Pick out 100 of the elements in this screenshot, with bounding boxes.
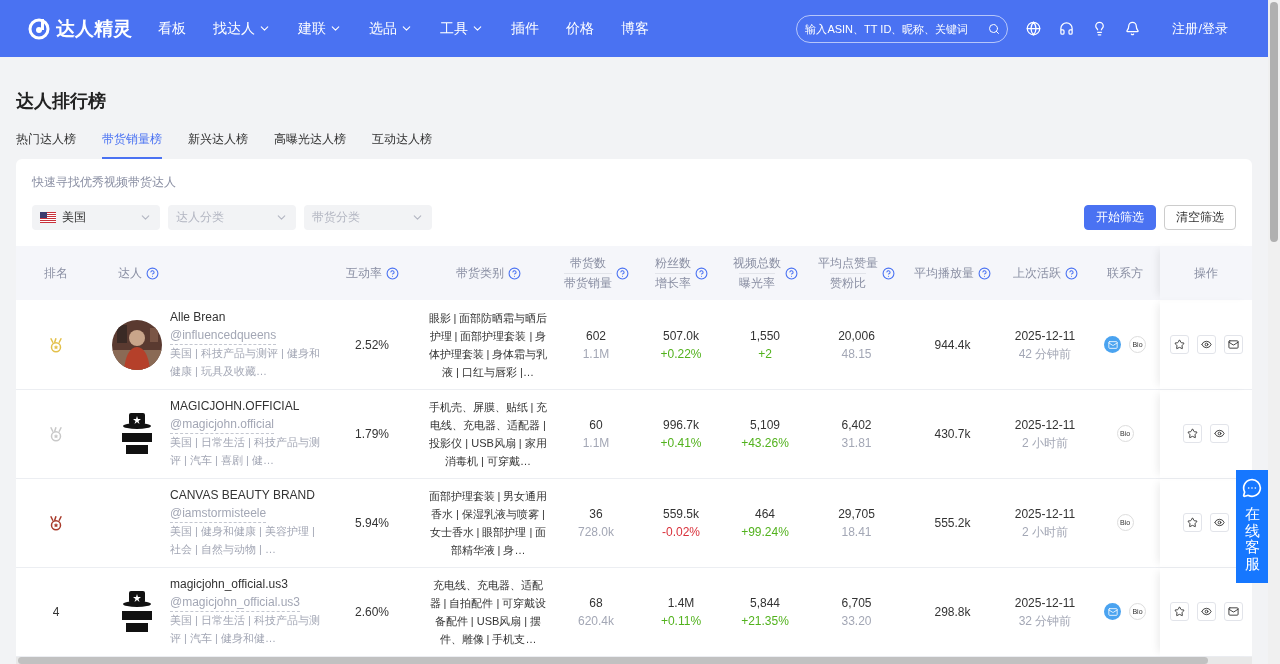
table-cell-text: 944.4k [934,336,971,354]
table-cell-text: 5.94% [355,514,389,532]
table-cell-text: 20,006 [838,327,875,345]
star-icon [1173,339,1185,351]
table-cell-text: 555.2k [934,514,971,532]
table-cell-text: 620.4k [578,612,614,630]
top-hat-logo-icon [119,588,155,635]
mail-icon [1227,606,1239,618]
exposure-rate: +21.35% [741,612,789,630]
table-cell-text: 60 [589,416,603,434]
handle-link[interactable]: @iamstormisteele [170,504,267,524]
table-cell-text: 48.15 [841,345,872,363]
nav-item[interactable]: 博客 [621,19,649,38]
exposure-rate: +99.24% [741,523,789,541]
mail-button[interactable] [1223,335,1243,355]
table-cell-text: 18.41 [841,523,872,541]
nav-item[interactable]: 价格 [566,19,594,38]
talent-name: Alle Brean [170,309,227,327]
hint-text: 快速寻找优秀视频带货达人 [31,174,177,191]
view-button[interactable] [1210,513,1229,533]
view-button[interactable] [1210,424,1229,444]
column-header: 达人 [118,264,142,282]
nav-item[interactable]: 找达人 [213,19,271,38]
email-icon[interactable] [1104,603,1121,621]
nav-item[interactable]: 插件 [511,19,539,38]
growth-rate: +0.22% [660,345,702,363]
table-cell-text: 5,844 [750,594,780,612]
talent-name: MAGICJOHN.OFFICIAL [170,398,301,416]
star-button[interactable] [1169,602,1189,622]
nav-item[interactable]: 工具 [440,19,484,38]
handle-link[interactable]: @magicjohn_official.us3 [170,593,301,613]
star-icon [1187,428,1198,440]
chat-icon [1242,478,1262,498]
clear-button[interactable]: 清空筛选 [1164,205,1236,230]
column-header: 平均播放量 [914,264,974,282]
eye-icon [1200,606,1212,618]
search-icon [988,22,1001,35]
growth-rate: +0.41% [660,434,702,452]
star-button[interactable] [1183,513,1202,533]
nav-item[interactable]: 看板 [158,19,186,38]
table-cell-text: 29,705 [838,505,875,523]
table-cell-text: 2025-12-11 [1014,416,1076,434]
star-button[interactable] [1169,335,1189,355]
chat-widget[interactable]: 在线客服 [1236,470,1268,583]
table-cell-text: 507.0k [663,327,699,345]
star-button[interactable] [1183,424,1202,444]
handle-link[interactable]: @magicjohn.official [170,415,274,435]
star-icon [1173,606,1185,618]
bell-icon[interactable] [1125,21,1141,36]
exposure-rate: +43.26% [741,434,789,452]
table-cell-text: 2 小时前 [1022,434,1068,452]
dropdown-select[interactable]: 美国 [32,205,160,230]
column-header: 粉丝数 增长率 [654,253,691,293]
table-cell-text: 1,550 [750,327,780,345]
brand-name: 达人精灵 [56,16,132,41]
nav-item[interactable]: 选品 [369,19,413,38]
headset-icon[interactable] [1059,21,1075,36]
column-header: 排名 [44,264,68,282]
column-header: 平均点赞量 赞粉比 [818,253,878,293]
search-field[interactable]: 输入ASIN、TT ID、昵称、关键词 [796,14,1009,43]
table-cell-text: 1.79% [355,425,389,443]
table-cell-text: 2025-12-11 [1014,505,1076,523]
category-list: 眼影 | 面部防晒霜与晒后护理 | 面部护理套装 | 身体护理套装 | 身体霜与乳液 | 口红与唇彩 |… [424,308,552,381]
handle-link[interactable]: @influencedqueens [170,326,277,346]
table-cell-text: 2.52% [355,336,389,354]
tab[interactable]: 新兴达人榜 [188,131,248,159]
table-cell-text: 1.4M [667,594,695,612]
table-cell-text: 33.20 [841,612,872,630]
column-header: 带货数 带货销量 [563,253,612,293]
page-title: 达人排行榜 [16,90,107,113]
table-cell-text: 42 分钟前 [1018,345,1072,363]
scrollbar-thumb[interactable] [18,657,1208,664]
mail-button[interactable] [1223,602,1243,622]
category-list: 面部护理套装 | 男女通用香水 | 保湿乳液与喷雾 | 女士香水 | 眼部护理 | 面部精华液 | 身… [424,486,552,559]
table-cell-text: 68 [589,594,603,612]
email-icon[interactable] [1104,336,1121,354]
table-cell-text: 728.0k [578,523,614,541]
table-cell-text: 2.60% [355,603,389,621]
view-button[interactable] [1196,602,1216,622]
globe-icon[interactable] [1026,21,1042,36]
tab[interactable]: 高曝光达人榜 [274,131,346,159]
table-cell-text: 559.5k [663,505,699,523]
tag-list: 美国 | 健身和健康 | 美容护理 | 社会 | 自然与动物 | … [170,523,320,559]
login-link[interactable]: 注册/登录 [1172,19,1228,38]
apply-button[interactable]: 开始筛选 [1084,205,1156,230]
view-button[interactable] [1196,335,1216,355]
table-cell-text: 1.1M [582,434,610,452]
table-cell-text: 31.81 [841,434,872,452]
category-list: 手机壳、屏膜、贴纸 | 充电线、充电器、适配器 | 投影仪 | USB风扇 | 家用消毒机 | 可穿戴… [424,397,552,470]
nav-item[interactable]: 建联 [298,19,342,38]
tab[interactable]: 互动达人榜 [372,131,432,159]
scrollbar-thumb[interactable] [1270,2,1278,242]
tab[interactable]: 热门达人榜 [16,131,76,159]
growth-rate: -0.02% [662,523,700,541]
logo-icon [28,17,50,40]
mail-icon [1227,339,1239,351]
tag-list: 美国 | 日常生活 | 科技产品与测评 | 汽车 | 健身和健… [170,612,320,648]
star-icon [1187,517,1198,529]
tag-list: 美国 | 科技产品与测评 | 健身和健康 | 玩具及收藏… [170,345,320,381]
table-cell-text: 464 [755,505,775,523]
